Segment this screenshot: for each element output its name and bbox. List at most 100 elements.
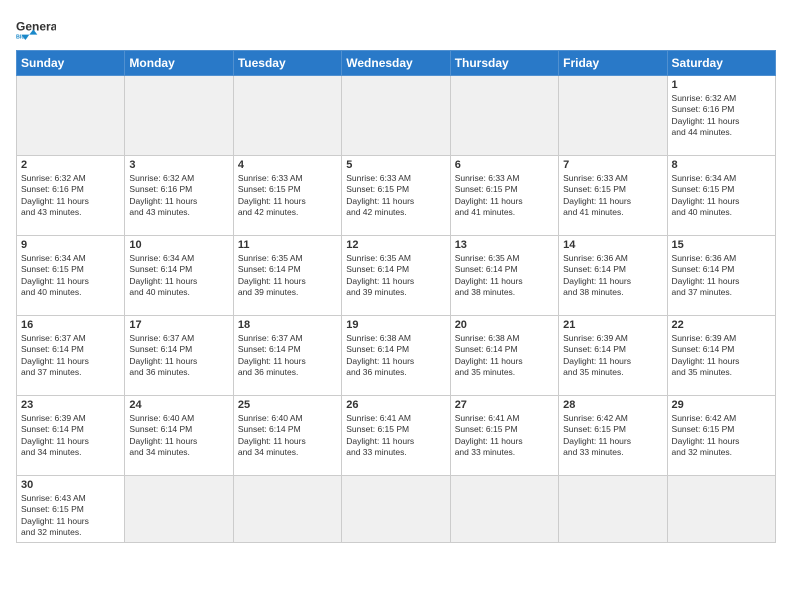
day-info: Sunrise: 6:39 AM Sunset: 6:14 PM Dayligh… [563, 333, 662, 379]
day-number: 16 [21, 319, 120, 331]
day-number: 30 [21, 479, 120, 491]
day-info: Sunrise: 6:34 AM Sunset: 6:14 PM Dayligh… [129, 253, 228, 299]
day-info: Sunrise: 6:37 AM Sunset: 6:14 PM Dayligh… [21, 333, 120, 379]
day-number: 9 [21, 239, 120, 251]
day-number: 15 [672, 239, 771, 251]
calendar-cell: 5 Sunrise: 6:33 AM Sunset: 6:15 PM Daylig… [342, 156, 450, 236]
calendar-cell: 6Sunrise: 6:33 AM Sunset: 6:15 PM Daylig… [450, 156, 558, 236]
day-number: 29 [672, 399, 771, 411]
calendar-cell: 1 Sunrise: 6:32 AM Sunset: 6:16 PM Daylig… [667, 76, 775, 156]
calendar-cell [450, 76, 558, 156]
day-number: 23 [21, 399, 120, 411]
calendar-cell [667, 476, 775, 543]
calendar-cell [233, 476, 341, 543]
day-number: 13 [455, 239, 554, 251]
day-number: 12 [346, 239, 445, 251]
day-number: 10 [129, 239, 228, 251]
day-info: Sunrise: 6:40 AM Sunset: 6:14 PM Dayligh… [238, 413, 337, 459]
day-info: Sunrise: 6:37 AM Sunset: 6:14 PM Dayligh… [129, 333, 228, 379]
day-info: Sunrise: 6:40 AM Sunset: 6:14 PM Dayligh… [129, 413, 228, 459]
calendar-cell [233, 76, 341, 156]
calendar-cell: 29 Sunrise: 6:42 AM Sunset: 6:15 PM Dayli… [667, 396, 775, 476]
calendar-cell: 2 Sunrise: 6:32 AM Sunset: 6:16 PM Daylig… [17, 156, 125, 236]
day-number: 25 [238, 399, 337, 411]
day-number: 1 [672, 79, 771, 91]
calendar-week-3: 9 Sunrise: 6:34 AM Sunset: 6:15 PM Daylig… [17, 236, 776, 316]
calendar-cell: 20Sunrise: 6:38 AM Sunset: 6:14 PM Dayli… [450, 316, 558, 396]
calendar-cell: 9 Sunrise: 6:34 AM Sunset: 6:15 PM Daylig… [17, 236, 125, 316]
calendar-week-5: 23 Sunrise: 6:39 AM Sunset: 6:14 PM Dayli… [17, 396, 776, 476]
weekday-header-sunday: Sunday [17, 51, 125, 76]
weekday-header-row: SundayMondayTuesdayWednesdayThursdayFrid… [17, 51, 776, 76]
calendar-cell: 10 Sunrise: 6:34 AM Sunset: 6:14 PM Dayli… [125, 236, 233, 316]
day-number: 27 [455, 399, 554, 411]
calendar-cell [17, 76, 125, 156]
day-info: Sunrise: 6:34 AM Sunset: 6:15 PM Dayligh… [672, 173, 771, 219]
day-number: 22 [672, 319, 771, 331]
calendar-cell: 17 Sunrise: 6:37 AM Sunset: 6:14 PM Dayli… [125, 316, 233, 396]
day-info: Sunrise: 6:35 AM Sunset: 6:14 PM Dayligh… [238, 253, 337, 299]
day-info: Sunrise: 6:39 AM Sunset: 6:14 PM Dayligh… [21, 413, 120, 459]
calendar-cell: 14 Sunrise: 6:36 AM Sunset: 6:14 PM Dayli… [559, 236, 667, 316]
day-info: Sunrise: 6:35 AM Sunset: 6:14 PM Dayligh… [346, 253, 445, 299]
calendar-week-2: 2 Sunrise: 6:32 AM Sunset: 6:16 PM Daylig… [17, 156, 776, 236]
day-number: 3 [129, 159, 228, 171]
weekday-header-monday: Monday [125, 51, 233, 76]
calendar-week-1: 1 Sunrise: 6:32 AM Sunset: 6:16 PM Daylig… [17, 76, 776, 156]
day-number: 8 [672, 159, 771, 171]
weekday-header-friday: Friday [559, 51, 667, 76]
calendar-cell [559, 76, 667, 156]
calendar-cell: 28 Sunrise: 6:42 AM Sunset: 6:15 PM Dayli… [559, 396, 667, 476]
calendar-cell [125, 76, 233, 156]
calendar-cell: 16 Sunrise: 6:37 AM Sunset: 6:14 PM Dayli… [17, 316, 125, 396]
calendar-cell: 7 Sunrise: 6:33 AM Sunset: 6:15 PM Daylig… [559, 156, 667, 236]
calendar-cell [559, 476, 667, 543]
day-number: 19 [346, 319, 445, 331]
calendar-cell: 19Sunrise: 6:38 AM Sunset: 6:14 PM Dayli… [342, 316, 450, 396]
calendar-cell: 12 Sunrise: 6:35 AM Sunset: 6:14 PM Dayli… [342, 236, 450, 316]
calendar-cell: 4Sunrise: 6:33 AM Sunset: 6:15 PM Daylig… [233, 156, 341, 236]
calendar-cell: 30 Sunrise: 6:43 AM Sunset: 6:15 PM Dayli… [17, 476, 125, 543]
weekday-header-wednesday: Wednesday [342, 51, 450, 76]
day-number: 21 [563, 319, 662, 331]
day-info: Sunrise: 6:33 AM Sunset: 6:15 PM Dayligh… [346, 173, 445, 219]
day-number: 2 [21, 159, 120, 171]
day-number: 14 [563, 239, 662, 251]
day-number: 26 [346, 399, 445, 411]
day-info: Sunrise: 6:42 AM Sunset: 6:15 PM Dayligh… [672, 413, 771, 459]
day-number: 28 [563, 399, 662, 411]
day-info: Sunrise: 6:37 AM Sunset: 6:14 PM Dayligh… [238, 333, 337, 379]
day-info: Sunrise: 6:41 AM Sunset: 6:15 PM Dayligh… [455, 413, 554, 459]
calendar-cell: 18 Sunrise: 6:37 AM Sunset: 6:14 PM Dayli… [233, 316, 341, 396]
day-info: Sunrise: 6:32 AM Sunset: 6:16 PM Dayligh… [21, 173, 120, 219]
day-info: Sunrise: 6:36 AM Sunset: 6:14 PM Dayligh… [672, 253, 771, 299]
weekday-header-thursday: Thursday [450, 51, 558, 76]
calendar-cell: 27 Sunrise: 6:41 AM Sunset: 6:15 PM Dayli… [450, 396, 558, 476]
day-info: Sunrise: 6:39 AM Sunset: 6:14 PM Dayligh… [672, 333, 771, 379]
calendar-cell: 11Sunrise: 6:35 AM Sunset: 6:14 PM Dayli… [233, 236, 341, 316]
weekday-header-saturday: Saturday [667, 51, 775, 76]
day-info: Sunrise: 6:43 AM Sunset: 6:15 PM Dayligh… [21, 493, 120, 539]
day-info: Sunrise: 6:32 AM Sunset: 6:16 PM Dayligh… [672, 93, 771, 139]
calendar-cell [450, 476, 558, 543]
logo: General Blue [16, 16, 56, 42]
day-number: 17 [129, 319, 228, 331]
day-info: Sunrise: 6:34 AM Sunset: 6:15 PM Dayligh… [21, 253, 120, 299]
calendar-cell: 15 Sunrise: 6:36 AM Sunset: 6:14 PM Dayli… [667, 236, 775, 316]
calendar-cell: 21 Sunrise: 6:39 AM Sunset: 6:14 PM Dayli… [559, 316, 667, 396]
day-number: 18 [238, 319, 337, 331]
svg-text:Blue: Blue [16, 35, 28, 40]
calendar-week-4: 16 Sunrise: 6:37 AM Sunset: 6:14 PM Dayli… [17, 316, 776, 396]
day-number: 5 [346, 159, 445, 171]
calendar-cell: 25 Sunrise: 6:40 AM Sunset: 6:14 PM Dayli… [233, 396, 341, 476]
weekday-header-tuesday: Tuesday [233, 51, 341, 76]
day-info: Sunrise: 6:36 AM Sunset: 6:14 PM Dayligh… [563, 253, 662, 299]
calendar-cell [125, 476, 233, 543]
day-info: Sunrise: 6:33 AM Sunset: 6:15 PM Dayligh… [563, 173, 662, 219]
calendar-cell: 8 Sunrise: 6:34 AM Sunset: 6:15 PM Daylig… [667, 156, 775, 236]
day-info: Sunrise: 6:42 AM Sunset: 6:15 PM Dayligh… [563, 413, 662, 459]
calendar-week-6: 30 Sunrise: 6:43 AM Sunset: 6:15 PM Dayli… [17, 476, 776, 543]
day-number: 7 [563, 159, 662, 171]
calendar-cell: 22 Sunrise: 6:39 AM Sunset: 6:14 PM Dayli… [667, 316, 775, 396]
day-info: Sunrise: 6:41 AM Sunset: 6:15 PM Dayligh… [346, 413, 445, 459]
